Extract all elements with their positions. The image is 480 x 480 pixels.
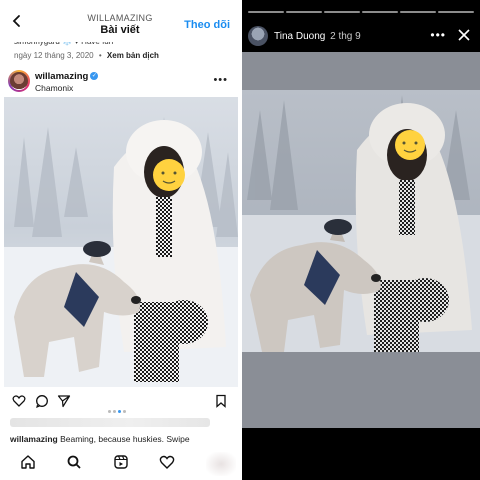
post-date: ngày 12 tháng 3, 2020 bbox=[14, 51, 94, 60]
progress-segment bbox=[286, 11, 322, 13]
story-username[interactable]: Tina Duong bbox=[274, 31, 325, 42]
separator-dot: • bbox=[98, 51, 102, 60]
carousel-indicator bbox=[108, 400, 128, 418]
home-icon[interactable] bbox=[20, 454, 36, 470]
progress-segment bbox=[324, 11, 360, 13]
progress-segment bbox=[362, 11, 398, 13]
avatar[interactable] bbox=[8, 70, 30, 92]
post-header: WILLAMAZING Bài viết Theo dõi bbox=[0, 0, 240, 36]
story-footer bbox=[242, 428, 480, 480]
post-image[interactable] bbox=[4, 97, 238, 387]
blurred-likes-line bbox=[10, 418, 210, 427]
progress-segment bbox=[438, 11, 474, 13]
post-actions bbox=[0, 392, 240, 413]
progress-segment bbox=[248, 11, 284, 13]
more-options-icon[interactable]: ••• bbox=[430, 28, 446, 42]
carousel-dot bbox=[113, 410, 116, 413]
activity-heart-icon[interactable] bbox=[159, 454, 175, 470]
story-user-line: Tina Duong 2 thg 9 bbox=[274, 31, 361, 42]
search-icon[interactable] bbox=[66, 454, 82, 470]
previous-caption-fragment: simonnygard ❄️ ♥ Have fun bbox=[14, 38, 232, 48]
story-progress-bar bbox=[248, 11, 474, 13]
avatar[interactable] bbox=[248, 26, 268, 46]
send-icon[interactable] bbox=[57, 394, 71, 408]
caption-text: Beaming, because huskies. Swipe bbox=[57, 434, 190, 444]
carousel-dot bbox=[108, 410, 111, 413]
reels-icon[interactable] bbox=[113, 454, 129, 470]
comment-icon[interactable] bbox=[35, 394, 49, 408]
story-header: Tina Duong 2 thg 9 ••• bbox=[248, 25, 474, 49]
follow-button[interactable]: Theo dõi bbox=[184, 19, 230, 31]
story-image[interactable] bbox=[242, 90, 480, 352]
progress-segment bbox=[400, 11, 436, 13]
bottom-nav bbox=[0, 448, 240, 480]
post-date-row: ngày 12 tháng 3, 2020 • Xem bản dịch bbox=[14, 51, 159, 60]
bookmark-icon[interactable] bbox=[214, 394, 228, 408]
verified-badge-icon: ✓ bbox=[90, 72, 99, 81]
post-location[interactable]: Chamonix bbox=[35, 83, 73, 93]
post-username-text[interactable]: willamazing bbox=[35, 71, 88, 82]
post-author-row: willamazing ✓ Chamonix ••• bbox=[8, 70, 234, 96]
carousel-dot-active bbox=[118, 410, 121, 413]
caption-username[interactable]: willamazing bbox=[10, 434, 58, 444]
close-icon[interactable] bbox=[458, 29, 470, 41]
story-timestamp: 2 thg 9 bbox=[330, 31, 361, 42]
blurred-profile-tab[interactable] bbox=[206, 452, 236, 476]
post-username[interactable]: willamazing ✓ bbox=[35, 71, 99, 82]
instagram-post-panel: WILLAMAZING Bài viết Theo dõi simonnygar… bbox=[0, 0, 240, 480]
story-viewer-panel: Tina Duong 2 thg 9 ••• bbox=[242, 0, 480, 480]
more-options-icon[interactable]: ••• bbox=[213, 74, 228, 86]
heart-icon[interactable] bbox=[12, 394, 26, 408]
see-translation-link[interactable]: Xem bản dịch bbox=[107, 51, 159, 60]
carousel-dot bbox=[123, 410, 126, 413]
post-caption: willamazing Beaming, because huskies. Sw… bbox=[10, 434, 236, 444]
